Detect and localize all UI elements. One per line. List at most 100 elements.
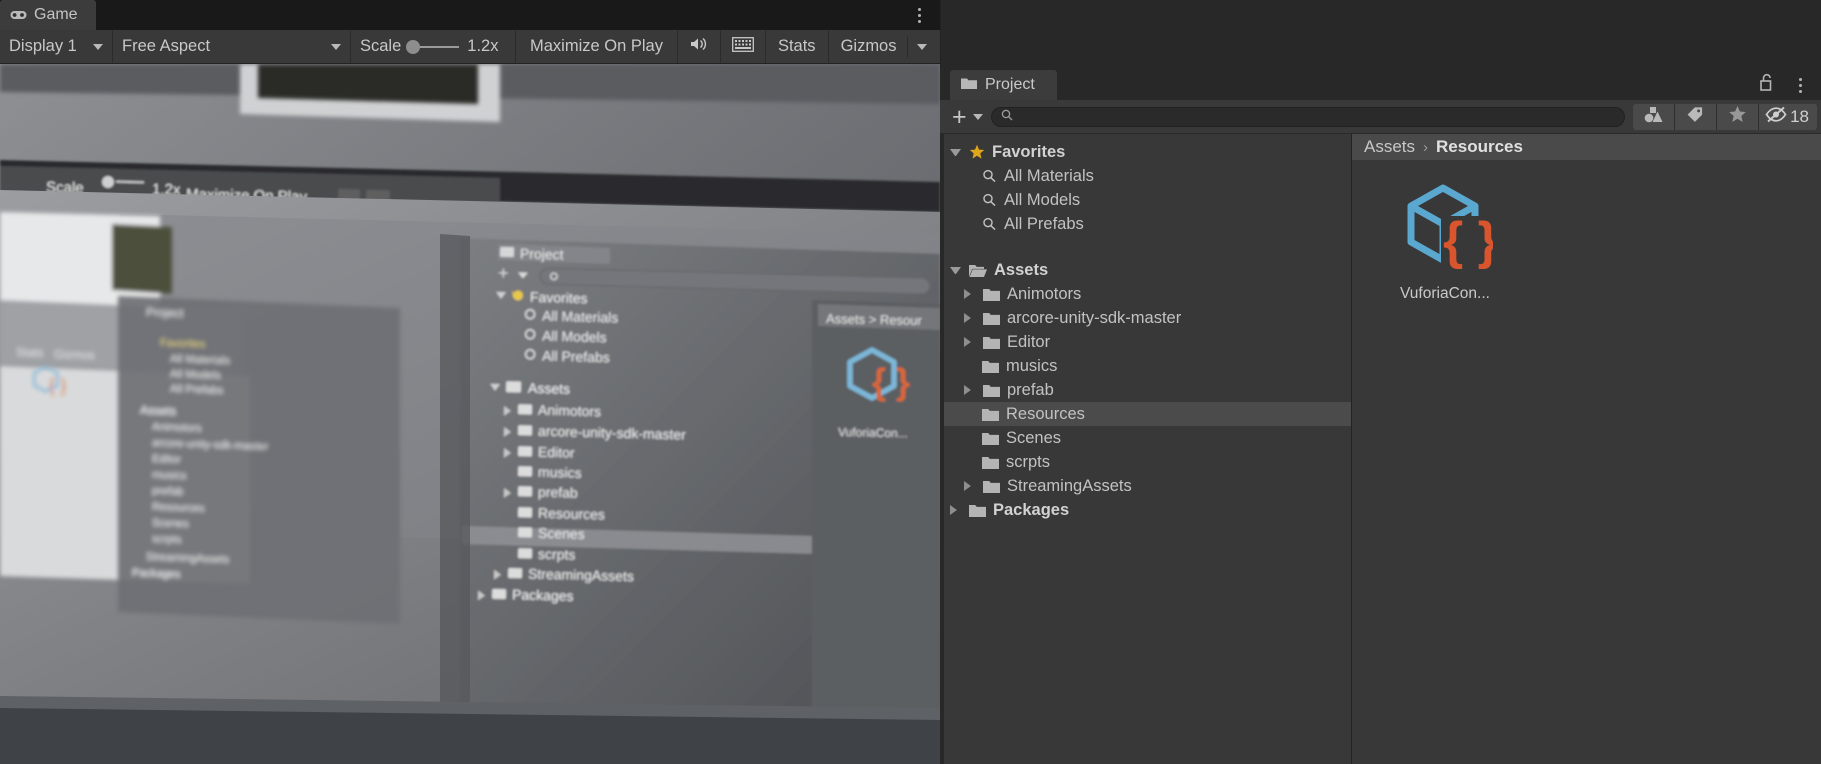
maximize-on-play-button[interactable]: Maximize On Play — [516, 30, 678, 63]
svg-text:VuforiaCon...: VuforiaCon... — [838, 425, 908, 440]
project-panel-menu-icon[interactable] — [1791, 74, 1809, 96]
chevron-down-icon — [972, 113, 983, 120]
chevron-right-icon[interactable] — [964, 385, 975, 395]
project-body: Favorites All Materials All Models All Pref… — [940, 134, 1821, 764]
search-icon — [982, 193, 997, 207]
create-asset-button[interactable]: + — [950, 104, 991, 129]
svg-text:All Materials: All Materials — [542, 308, 619, 326]
svg-text:prefab: prefab — [538, 484, 578, 501]
tree-item-animotors[interactable]: Animotors — [940, 282, 1351, 306]
tree-item-label: StreamingAssets — [1007, 476, 1132, 495]
tab-project[interactable]: Project — [950, 70, 1057, 100]
tree-item-packages[interactable]: Packages — [940, 498, 1351, 522]
scale-slider-handle[interactable] — [406, 39, 421, 54]
tree-item-label: Resources — [1006, 404, 1085, 423]
svg-text:Animotors: Animotors — [538, 402, 601, 420]
game-view-panel: Game Display 1 Free Aspect Scale 1.2x Ma… — [0, 0, 940, 764]
game-toolbar: Display 1 Free Aspect Scale 1.2x Maximiz… — [0, 30, 940, 64]
scale-slider-group[interactable]: Scale 1.2x — [351, 30, 516, 63]
unlocked-padlock-icon[interactable] — [1760, 73, 1775, 97]
breadcrumb-current[interactable]: Resources — [1436, 137, 1523, 157]
tree-item-arcore-unity-sdk-master[interactable]: arcore-unity-sdk-master — [940, 306, 1351, 330]
filter-by-type-button[interactable] — [1633, 103, 1676, 130]
tree-item-scenes[interactable]: Scenes — [940, 426, 1351, 450]
aspect-ratio-dropdown[interactable]: Free Aspect — [113, 30, 351, 63]
svg-text:Animotors: Animotors — [152, 421, 202, 435]
project-panel-topstrip — [940, 0, 1821, 68]
device-simulator-button[interactable] — [721, 30, 766, 63]
breadcrumb: Assets › Resources — [1352, 134, 1821, 160]
folder-icon — [982, 456, 999, 469]
scale-slider[interactable] — [406, 39, 460, 54]
svg-text:Vuforia...: Vuforia... — [24, 433, 68, 447]
project-tabstrip: Project — [940, 68, 1821, 100]
tree-left-edge — [940, 134, 944, 764]
tree-item-all-models[interactable]: All Models — [940, 188, 1351, 212]
vuforia-configuration-icon: { } — [1397, 178, 1498, 279]
project-panel-tools — [1760, 73, 1809, 97]
hidden-assets-indicator[interactable]: 18 — [1759, 103, 1817, 130]
svg-text:StreamingAssets: StreamingAssets — [528, 565, 634, 584]
svg-text:Packages: Packages — [132, 567, 181, 581]
filter-by-label-button[interactable] — [1675, 103, 1718, 130]
chevron-down-icon — [917, 43, 928, 50]
svg-text:scrpts: scrpts — [538, 546, 576, 563]
folder-icon — [961, 76, 977, 94]
svg-text:Favorites: Favorites — [160, 337, 206, 351]
tree-item-streamingassets[interactable]: StreamingAssets — [940, 474, 1351, 498]
tab-game-label: Game — [34, 6, 78, 23]
tree-item-prefab[interactable]: prefab — [940, 378, 1351, 402]
chevron-down-icon[interactable] — [950, 266, 961, 274]
chevron-right-icon[interactable] — [964, 289, 975, 299]
breadcrumb-root[interactable]: Assets — [1364, 137, 1415, 157]
maximize-on-play-label: Maximize On Play — [530, 37, 663, 55]
tree-item-scrpts[interactable]: scrpts — [940, 450, 1351, 474]
tree-item-label: Assets — [994, 260, 1049, 279]
search-input[interactable] — [1018, 109, 1616, 124]
game-camera-feed: Scale 1.2x Maximize On Play Stats Gizmos — [0, 64, 940, 764]
chevron-right-icon[interactable] — [950, 505, 961, 515]
svg-text:prefab: prefab — [152, 485, 184, 498]
filter-by-favorite-button[interactable] — [1717, 103, 1760, 130]
gamepad-icon — [10, 9, 27, 21]
feed-bottom-band — [0, 746, 940, 764]
folder-icon — [982, 408, 999, 421]
chevron-right-icon[interactable] — [964, 337, 975, 347]
tree-item-all-prefabs[interactable]: All Prefabs — [940, 212, 1351, 236]
svg-text:Project: Project — [520, 245, 564, 262]
display-dropdown[interactable]: Display 1 — [0, 30, 113, 63]
project-toolbar: + 18 — [940, 100, 1821, 134]
tree-item-musics[interactable]: musics — [940, 354, 1351, 378]
tree-item-label: Favorites — [992, 142, 1066, 161]
tree-item-label: Packages — [993, 500, 1070, 519]
chevron-down-icon[interactable] — [950, 148, 961, 156]
mute-audio-button[interactable] — [678, 30, 721, 63]
tree-item-favorites[interactable]: Favorites — [940, 140, 1351, 164]
svg-text:All Prefabs: All Prefabs — [170, 383, 224, 397]
tree-item-resources[interactable]: Resources — [940, 402, 1351, 426]
chevron-right-icon[interactable] — [964, 313, 975, 323]
tree-item-label: Scenes — [1006, 428, 1062, 447]
asset-item[interactable]: { } VuforiaCon... — [1386, 178, 1504, 303]
svg-text:{ }: { } — [1443, 212, 1493, 270]
star-icon — [1728, 105, 1747, 128]
shapes-filter-icon — [1644, 106, 1663, 128]
hidden-count-label: 18 — [1790, 106, 1809, 126]
unity-editor-window: Game Display 1 Free Aspect Scale 1.2x Ma… — [0, 0, 1821, 764]
chevron-right-icon[interactable] — [964, 481, 975, 491]
tab-game[interactable]: Game — [0, 0, 96, 30]
gizmos-dropdown[interactable]: Gizmos — [829, 30, 938, 63]
search-field[interactable] — [990, 106, 1626, 127]
scale-value: 1.2x — [467, 37, 499, 55]
svg-text:All Materials: All Materials — [170, 353, 231, 367]
tree-item-editor[interactable]: Editor — [940, 330, 1351, 354]
tree-item-assets[interactable]: Assets — [940, 258, 1351, 282]
svg-text:Project: Project — [146, 305, 184, 320]
game-panel-menu-icon[interactable] — [910, 4, 928, 26]
svg-text:Resources: Resources — [152, 501, 205, 515]
stats-button[interactable]: Stats — [766, 30, 829, 63]
tree-item-label: Animotors — [1007, 284, 1082, 303]
asset-label: VuforiaCon... — [1400, 285, 1490, 302]
svg-text:+: + — [498, 263, 509, 283]
tree-item-all-materials[interactable]: All Materials — [940, 164, 1351, 188]
